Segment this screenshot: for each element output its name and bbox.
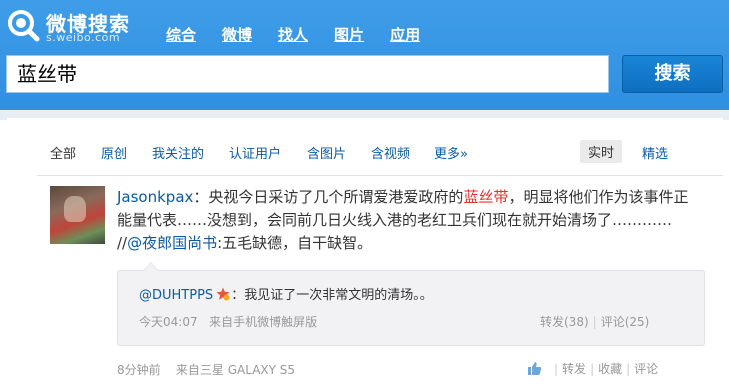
post-time[interactable]: 8分钟前 — [117, 363, 161, 377]
post-comment-button[interactable]: 评论 — [634, 360, 658, 377]
repost-source-prefix: 来自 — [209, 315, 234, 329]
repost-arrow-inner — [144, 263, 158, 271]
repost-comment-count[interactable]: 评论(25) — [601, 315, 650, 329]
post-colon: ： — [193, 188, 209, 206]
repost-box — [117, 270, 705, 346]
weibo-search-logo[interactable]: 微博搜索 s.weibo.com — [6, 6, 156, 44]
vip-badge-icon[interactable] — [216, 287, 230, 301]
sort-realtime-tab[interactable]: 实时 — [580, 140, 623, 163]
filter-original[interactable]: 原创 — [101, 143, 127, 162]
weibo-search-logo-icon — [8, 10, 40, 42]
post-text: Jasonkpax：央视今日采访了几个所谓爱港爱政府的蓝丝带，明显将他们作为该事… — [117, 186, 692, 255]
filter-divider — [37, 175, 723, 176]
separator: | — [590, 361, 595, 376]
nav-weibo[interactable]: 微博 — [222, 24, 252, 44]
nav-images[interactable]: 图片 — [334, 24, 364, 44]
separator: | — [554, 361, 559, 376]
separator: | — [592, 315, 597, 329]
post-source[interactable]: 三星 GALAXY S5 — [200, 363, 295, 377]
avatar[interactable] — [50, 186, 105, 244]
nav-apps[interactable]: 应用 — [390, 24, 420, 44]
post-keyword: 蓝丝带 — [463, 188, 509, 206]
post-username[interactable]: Jasonkpax — [117, 188, 193, 206]
post-text-tail: :五毛缺德，自干缺智。 — [217, 234, 373, 252]
nav-find-people[interactable]: 找人 — [278, 24, 308, 44]
filter-following[interactable]: 我关注的 — [152, 143, 204, 162]
filter-more[interactable]: 更多» — [434, 143, 468, 162]
filter-all[interactable]: 全部 — [50, 143, 76, 162]
nav-comprehensive[interactable]: 综合 — [166, 24, 196, 44]
logo-subtitle: s.weibo.com — [46, 31, 121, 44]
post-actions: | 转发 | 收藏 | 评论 — [527, 360, 658, 377]
separator: | — [626, 361, 631, 376]
repost-repost-count[interactable]: 转发(38) — [540, 315, 589, 329]
filter-with-video[interactable]: 含视频 — [371, 143, 410, 162]
repost-time[interactable]: 今天04:07 — [139, 315, 198, 329]
post-text-before: 央视今日采访了几个所谓爱港爱政府的 — [208, 188, 464, 206]
repost-author[interactable]: @DUHTPPS — [139, 288, 213, 303]
post-source-prefix: 来自 — [175, 363, 200, 377]
filter-bar: 全部 原创 我关注的 认证用户 含图片 含视频 更多» 实时 精选 — [7, 140, 723, 164]
search-button[interactable]: 搜索 — [622, 55, 723, 93]
repost-actions: 转发(38) | 评论(25) — [540, 313, 649, 330]
filter-with-images[interactable]: 含图片 — [307, 143, 346, 162]
top-nav: 综合 微博 找人 图片 应用 — [166, 24, 446, 44]
post-favorite-button[interactable]: 收藏 — [598, 360, 622, 377]
search-input[interactable]: 蓝丝带 — [6, 55, 609, 93]
repost-text: ：我见证了一次非常文明的清场。。 — [231, 288, 433, 303]
post-meta: 8分钟前 来自三星 GALAXY S5 — [117, 361, 295, 378]
top-header: 微博搜索 s.weibo.com 综合 微博 找人 图片 应用 蓝丝带 搜索 — [0, 0, 729, 118]
repost-source[interactable]: 手机微博触屏版 — [233, 315, 317, 329]
repost-content: @DUHTPPS ：我见证了一次非常文明的清场。。 — [139, 284, 433, 303]
thumbs-up-icon[interactable] — [527, 361, 542, 376]
filter-verified[interactable]: 认证用户 — [229, 143, 281, 162]
post-mention[interactable]: @夜郎国尚书 — [127, 234, 217, 252]
sort-featured-tab[interactable]: 精选 — [642, 143, 668, 162]
repost-meta: 今天04:07 来自手机微博触屏版 — [139, 313, 317, 330]
post-repost-button[interactable]: 转发 — [562, 360, 586, 377]
